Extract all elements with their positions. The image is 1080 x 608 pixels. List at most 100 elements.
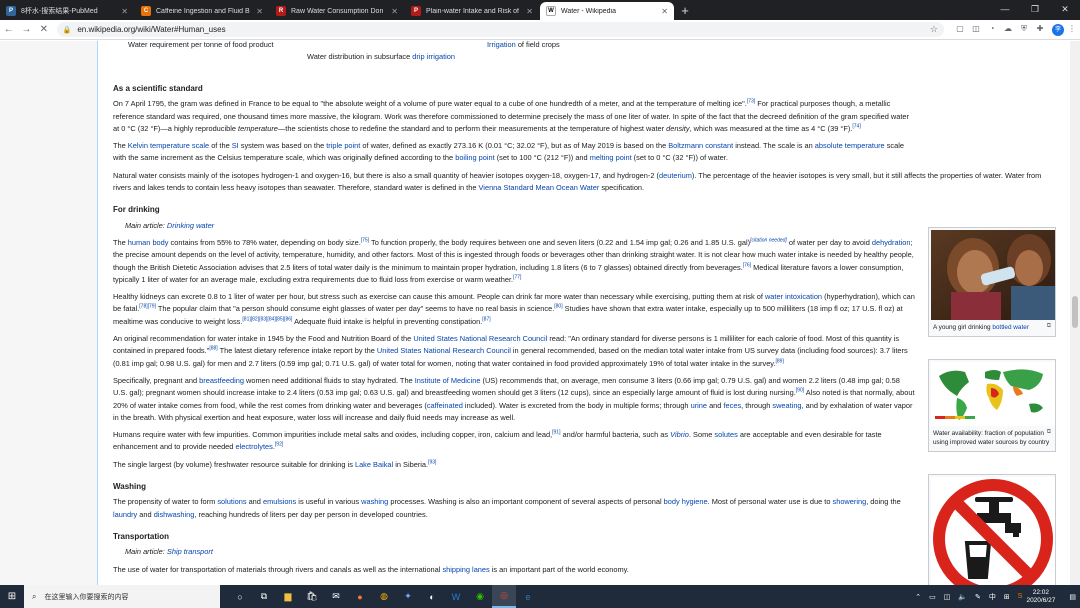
iom-link[interactable]: Institute of Medicine (415, 376, 481, 385)
washing-link[interactable]: washing (361, 497, 388, 506)
laundry-link[interactable]: laundry (113, 510, 137, 519)
citation[interactable]: [73] (747, 99, 755, 105)
drip-irrigation-link[interactable]: drip irrigation (412, 52, 455, 61)
electrolytes-link[interactable]: electrolytes (235, 442, 272, 451)
browser-tab-raw-water[interactable]: R Raw Water Consumption Don ✕ (270, 2, 404, 20)
tab-close-icon[interactable]: ✕ (256, 7, 263, 16)
network-icon[interactable]: ◫ (944, 593, 951, 601)
caffeinated-link[interactable]: caffeinated (427, 401, 463, 410)
task-view-icon[interactable]: ⧉ (252, 585, 276, 608)
urine-link[interactable]: urine (691, 401, 707, 410)
citation[interactable]: [92] (275, 442, 283, 448)
dishwashing-link[interactable]: dishwashing (154, 510, 195, 519)
mail-icon[interactable]: ✉ (324, 585, 348, 608)
app-icon[interactable]: ◐ (420, 585, 444, 608)
citation[interactable]: [93] (428, 459, 436, 465)
extension-icon[interactable]: ▢ (952, 24, 968, 36)
nrc-link[interactable]: United States National Research Council (377, 346, 511, 355)
profile-avatar[interactable]: 李 (1052, 23, 1064, 36)
water-intoxication-link[interactable]: water intoxication (765, 292, 822, 301)
file-explorer-icon[interactable]: ▆ (276, 585, 300, 608)
grid-icon[interactable]: ⊞ (1004, 593, 1010, 601)
melting-point-link[interactable]: melting point (590, 153, 632, 162)
boiling-point-link[interactable]: boiling point (455, 153, 494, 162)
browser-tab-wikipedia[interactable]: W Water - Wikipedia ✕ (540, 2, 674, 20)
citation[interactable]: [90] (796, 388, 804, 394)
showering-link[interactable]: showering (833, 497, 867, 506)
ship-transport-link[interactable]: Ship transport (167, 547, 213, 556)
maximize-icon[interactable]: ❐ (1020, 0, 1050, 20)
bookmark-star-icon[interactable]: ☆ (930, 24, 938, 35)
back-icon[interactable]: ← (0, 24, 18, 35)
windows-start-icon[interactable]: ⊞ (0, 591, 24, 602)
close-window-icon[interactable]: ✕ (1050, 0, 1080, 20)
tab-close-icon[interactable]: ✕ (391, 7, 398, 16)
citation[interactable]: [81][82][83][84][85][86] (242, 316, 292, 322)
absolute-temperature-link[interactable]: absolute temperature (815, 141, 885, 150)
browser-tab-pubmed[interactable]: P 8杯水-搜索结果-PubMed ✕ (0, 2, 134, 20)
vibrio-link[interactable]: Vibrio (670, 430, 689, 439)
solutes-link[interactable]: solutes (714, 430, 737, 439)
tab-close-icon[interactable]: ✕ (526, 7, 533, 16)
emulsions-link[interactable]: emulsions (263, 497, 296, 506)
menu-kebab-icon[interactable]: ⋮ (1064, 24, 1080, 36)
extensions-puzzle-icon[interactable]: ✚ (1032, 24, 1048, 36)
feces-link[interactable]: feces (723, 401, 741, 410)
kelvin-link[interactable]: Kelvin temperature scale (128, 141, 209, 150)
browser-tab-plain-water[interactable]: P Plain-water Intake and Risk of ✕ (405, 2, 539, 20)
cortana-icon[interactable]: ○ (228, 585, 252, 608)
shipping-lanes-link[interactable]: shipping lanes (442, 565, 489, 574)
citation[interactable]: [74] (852, 123, 860, 129)
taskbar-clock[interactable]: 22:02 2020/6/27 (1026, 589, 1055, 605)
browser-icon[interactable]: ◍ (372, 585, 396, 608)
citation[interactable]: [76] (743, 262, 751, 268)
firefox-icon[interactable]: ● (348, 585, 372, 608)
citation[interactable]: [77] (513, 274, 521, 280)
extension-icon[interactable]: ☁ (1000, 24, 1016, 36)
page-scrollbar[interactable] (1070, 41, 1080, 585)
antivirus-icon[interactable]: S (1018, 593, 1023, 600)
bottled-water-link[interactable]: bottled water (992, 324, 1029, 331)
citation[interactable]: [78][79] (139, 304, 156, 310)
deuterium-link[interactable]: deuterium (659, 171, 692, 180)
taskbar-search-box[interactable]: ⌕ 在这里输入你要搜索的内容 (24, 585, 220, 608)
irrigation-link[interactable]: Irrigation (487, 41, 516, 49)
tab-close-icon[interactable]: ✕ (121, 7, 128, 16)
body-hygiene-link[interactable]: body hygiene (664, 497, 708, 506)
human-body-link[interactable]: human body (128, 238, 169, 247)
solutions-link[interactable]: solutions (217, 497, 246, 506)
enlarge-icon[interactable]: ⧉ (1047, 322, 1051, 331)
volume-icon[interactable]: 🔈 (958, 593, 967, 601)
breastfeeding-link[interactable]: breastfeeding (199, 376, 244, 385)
drinking-water-link[interactable]: Drinking water (167, 221, 214, 230)
lake-baikal-link[interactable]: Lake Baikal (355, 460, 393, 469)
extension-icon[interactable]: ◔ (984, 24, 1000, 36)
mail-client-icon[interactable]: ✦ (396, 585, 420, 608)
citation[interactable]: [87] (482, 316, 490, 322)
dehydration-link[interactable]: dehydration (872, 238, 911, 247)
triple-point-link[interactable]: triple point (326, 141, 360, 150)
world-map-image[interactable] (931, 362, 1055, 426)
extension-icon[interactable]: ⛨ (1016, 24, 1032, 36)
store-icon[interactable]: 🛍 (300, 585, 324, 608)
si-link[interactable]: SI (232, 141, 239, 150)
enlarge-icon[interactable]: ⧉ (1047, 428, 1051, 437)
tray-chevron-icon[interactable]: ⌃ (915, 593, 921, 601)
pen-icon[interactable]: ✎ (975, 593, 981, 601)
nrc-link[interactable]: United States National Research Council (413, 334, 547, 343)
ime-indicator[interactable]: 中 (989, 592, 996, 602)
browser-tab-caffeine[interactable]: C Caffeine Ingestion and Fluid B ✕ (135, 2, 269, 20)
citation[interactable]: [88] (209, 346, 217, 352)
vsmow-link[interactable]: Vienna Standard Mean Ocean Water (479, 183, 600, 192)
citation[interactable]: [80] (554, 304, 562, 310)
minimize-icon[interactable]: — (990, 0, 1020, 20)
word-icon[interactable]: W (444, 585, 468, 608)
scrollbar-thumb[interactable] (1072, 296, 1078, 328)
extension-icon[interactable]: ◫ (968, 24, 984, 36)
notification-icon[interactable]: ▤ (1069, 593, 1076, 601)
citation[interactable]: [75] (361, 238, 369, 244)
girl-drinking-image[interactable] (931, 230, 1055, 320)
battery-icon[interactable]: ▭ (929, 593, 936, 601)
non-potable-water-sign-icon[interactable] (931, 477, 1055, 585)
forward-icon[interactable]: → (18, 24, 36, 35)
